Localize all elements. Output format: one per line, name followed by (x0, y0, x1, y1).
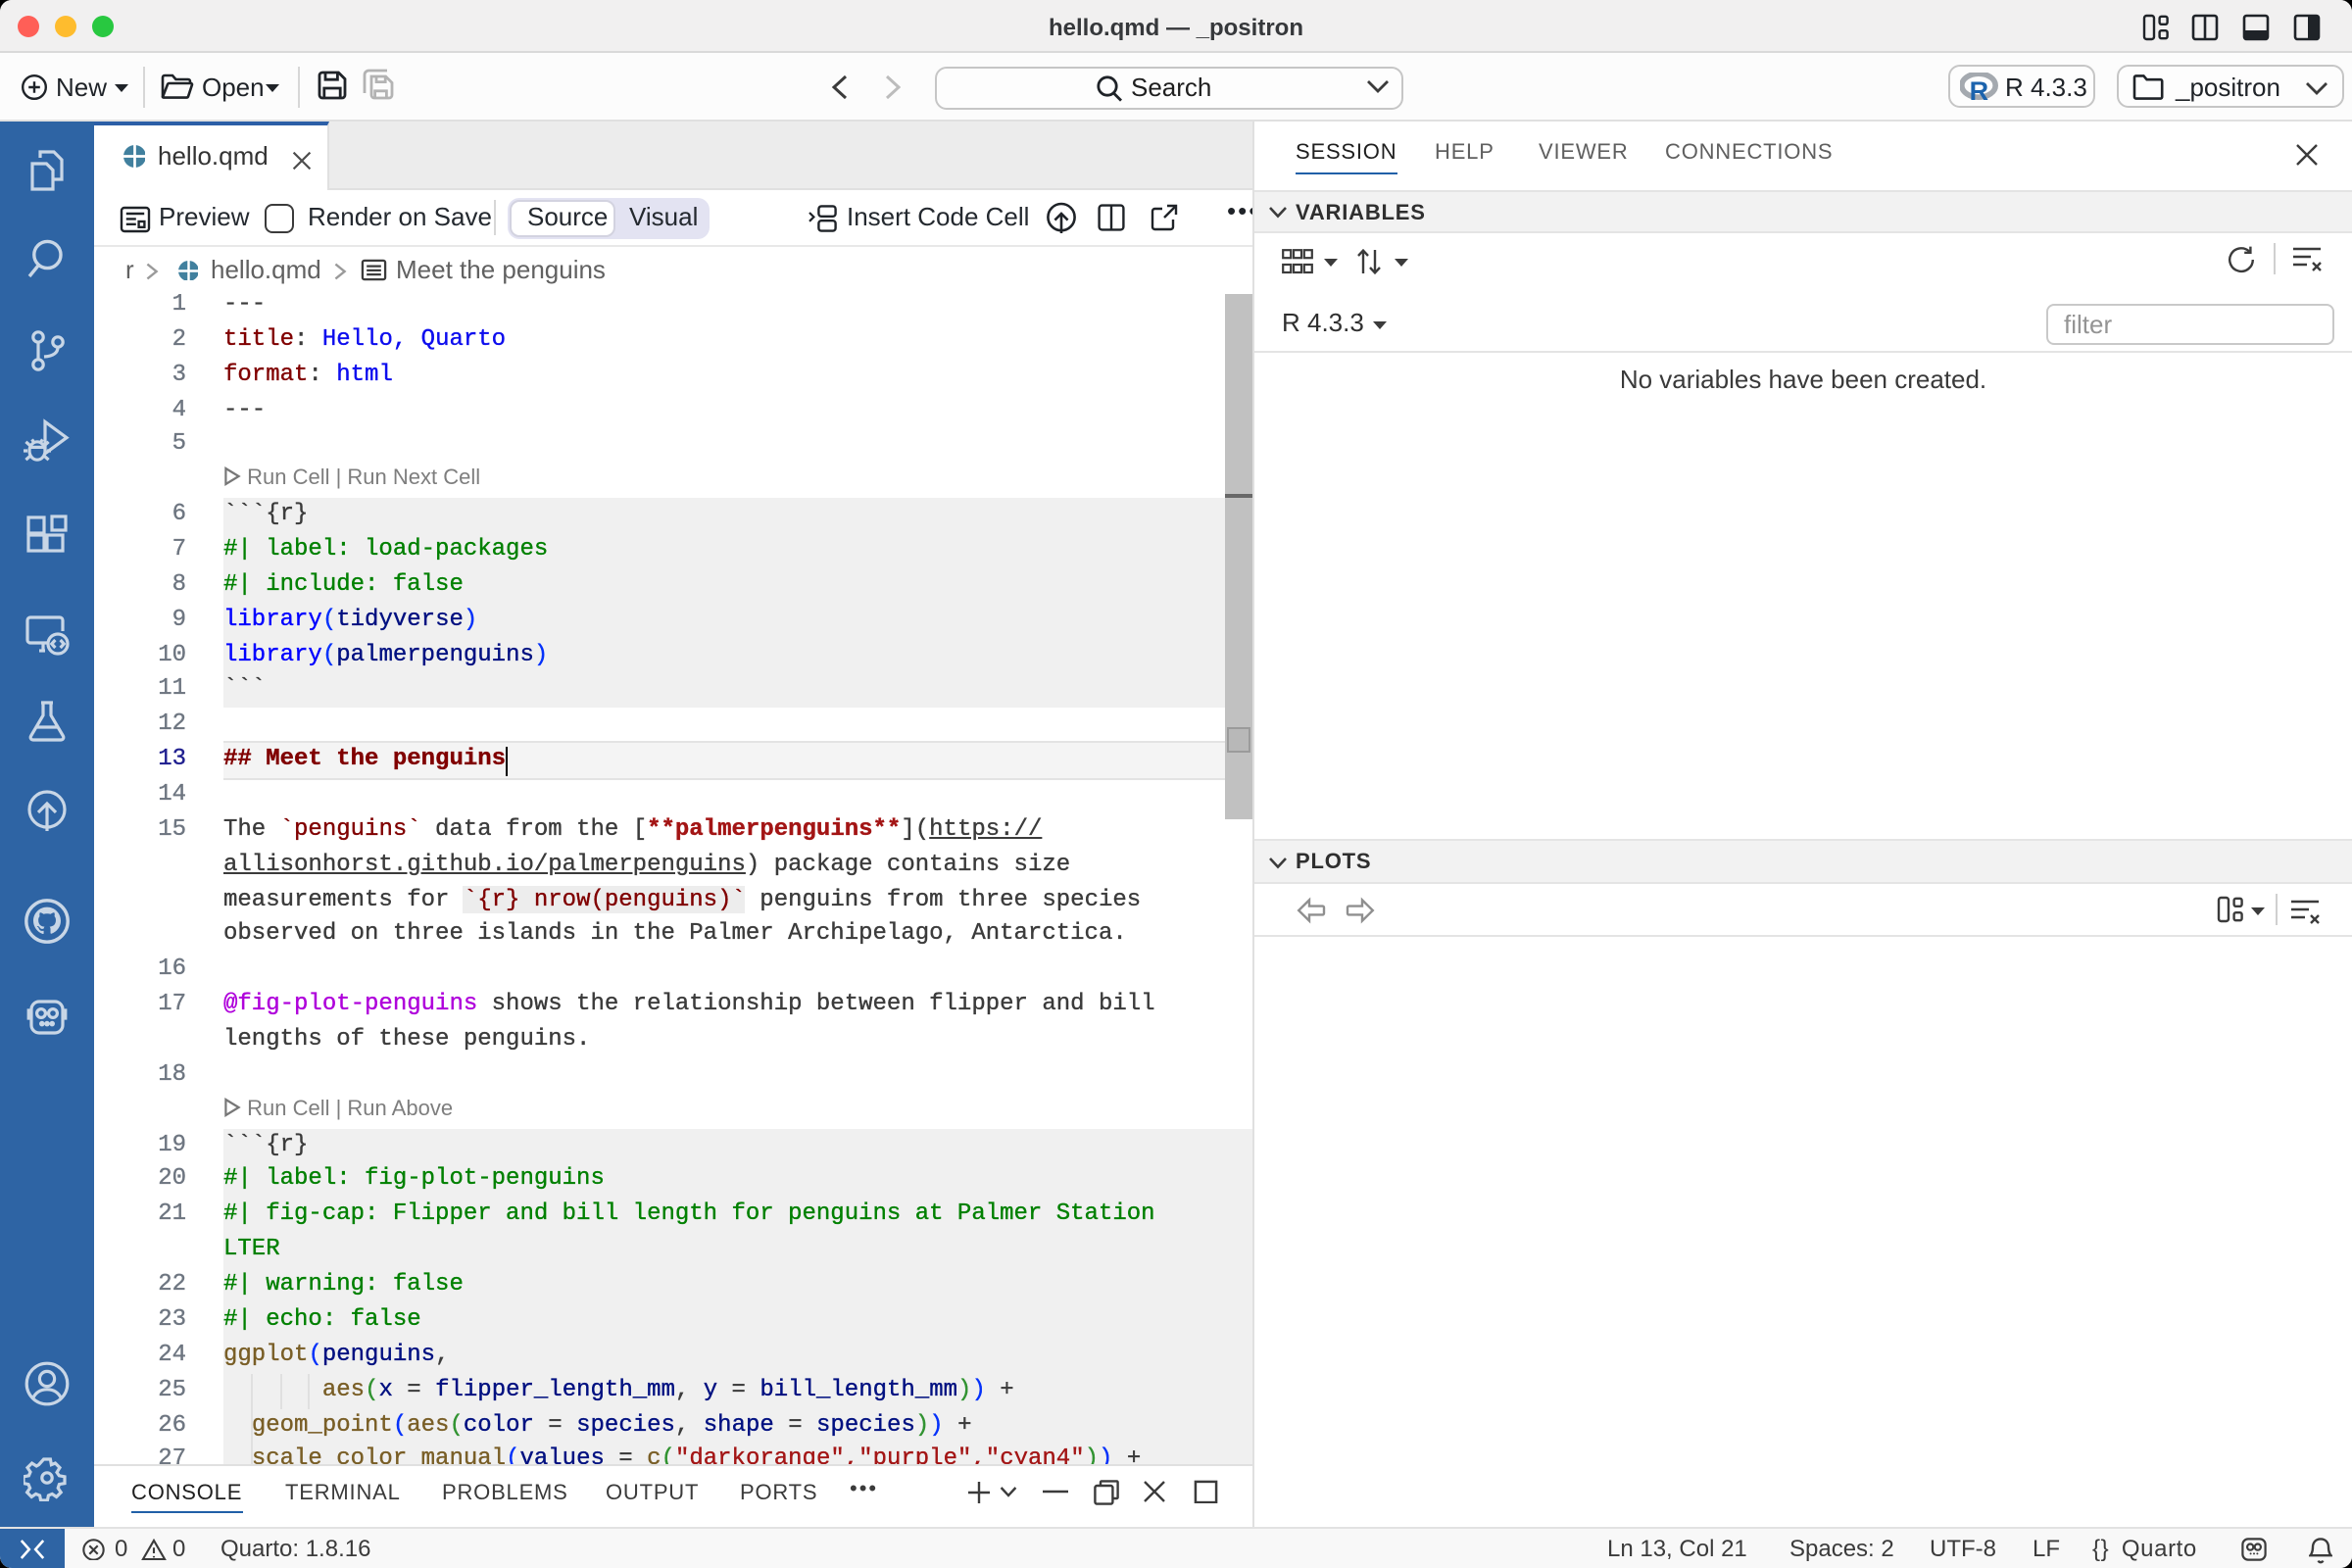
svg-text:R: R (1970, 75, 1989, 101)
